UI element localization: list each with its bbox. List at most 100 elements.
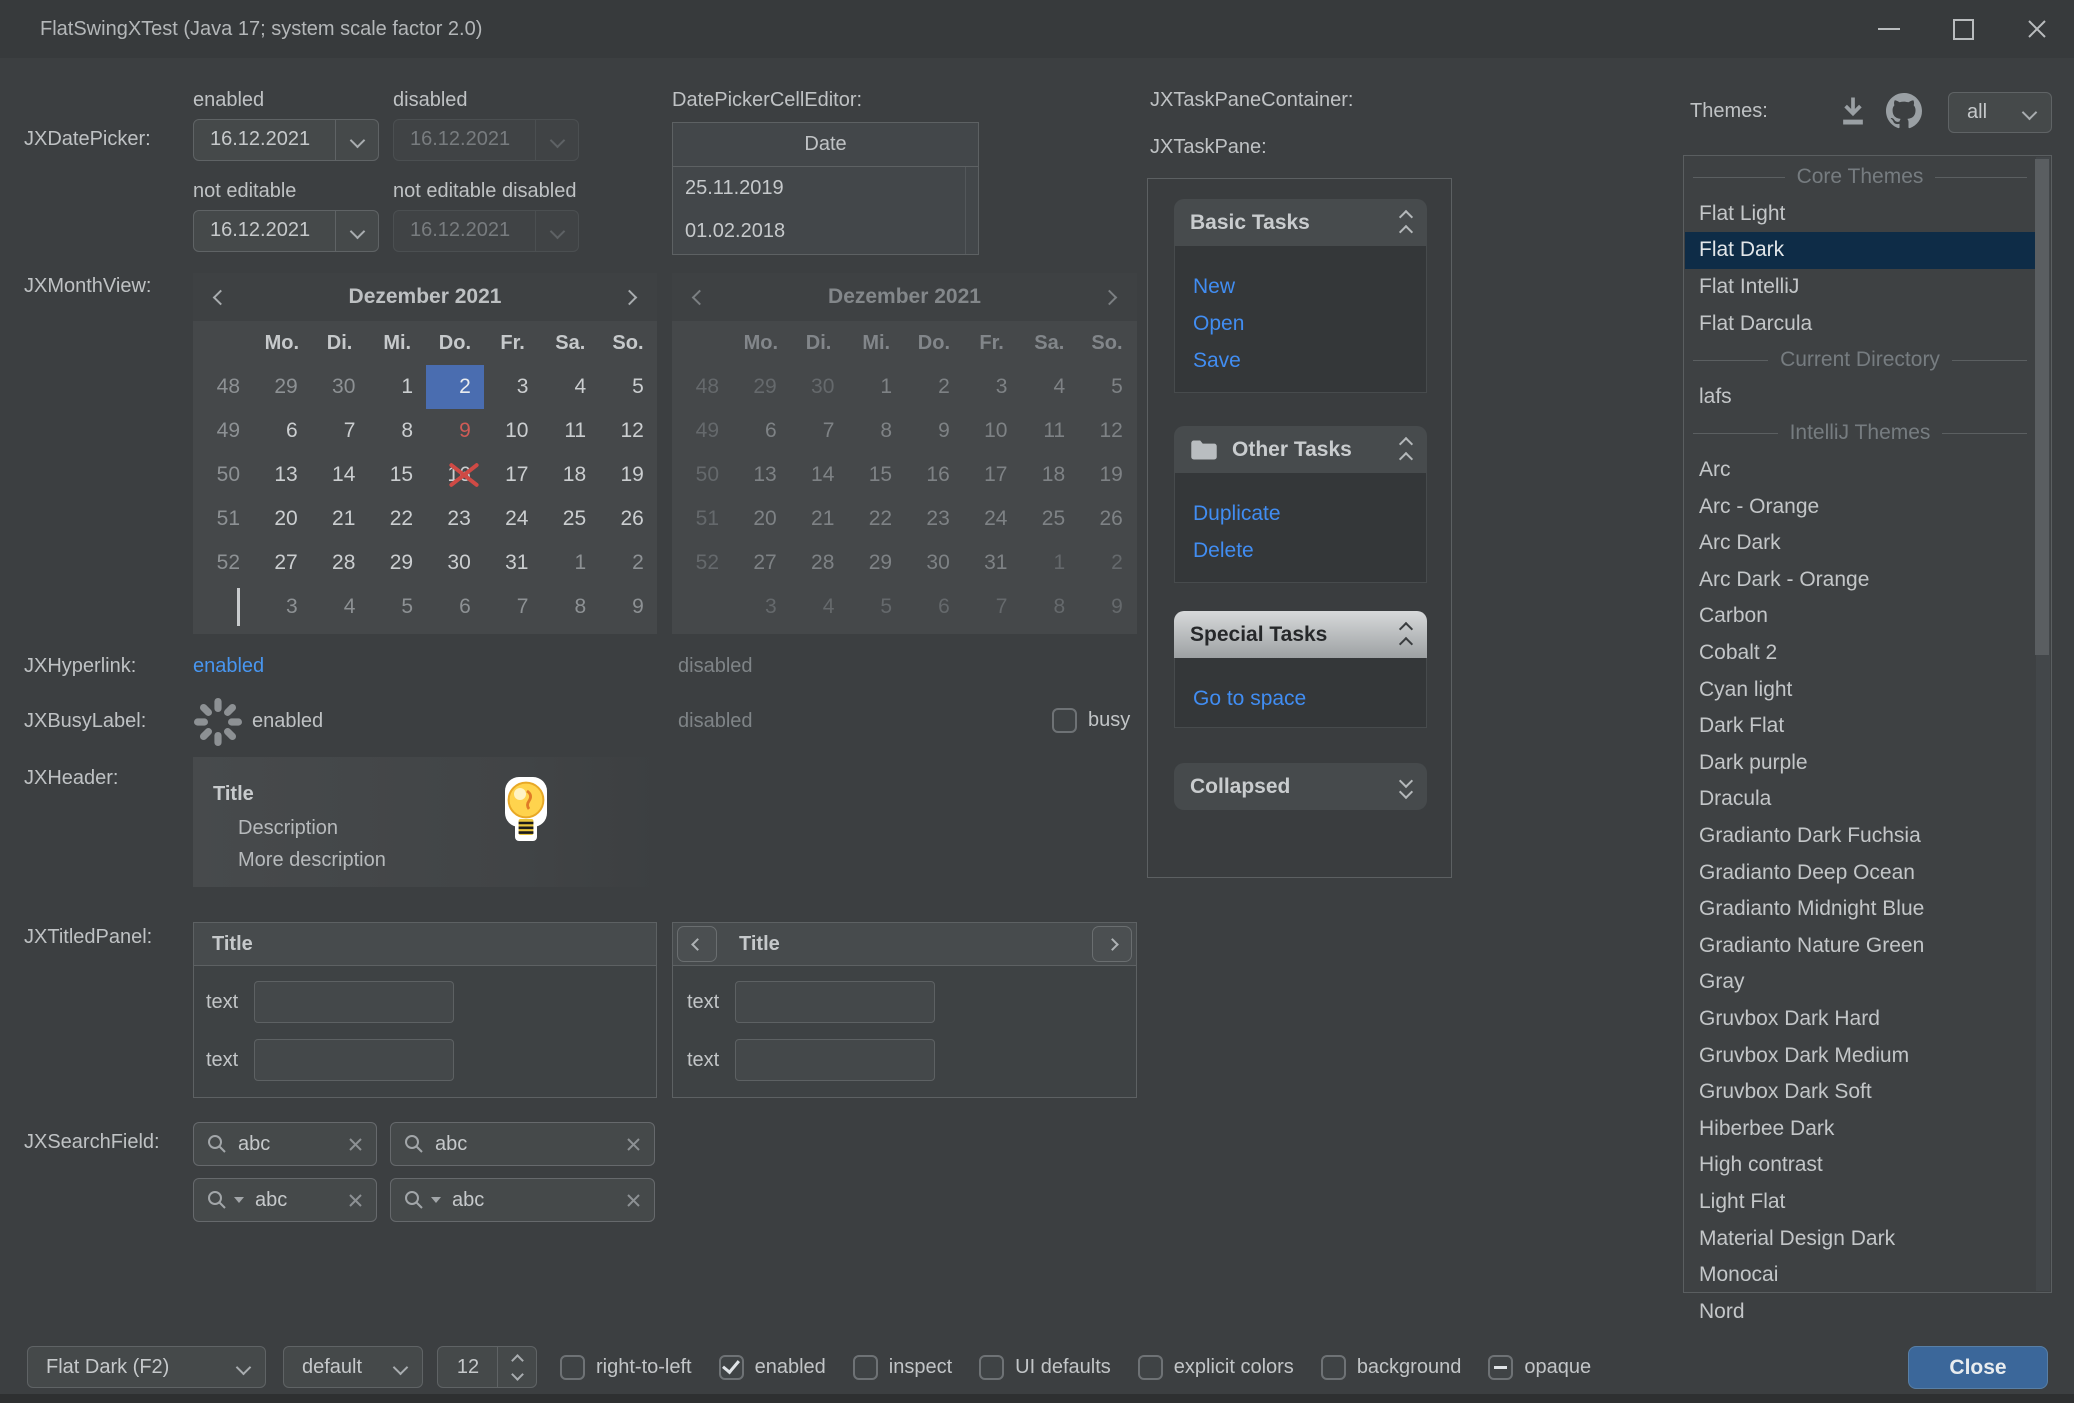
table-row[interactable]: 25.11.2019	[673, 167, 978, 210]
theme-list-item[interactable]: Flat Darcula	[1685, 305, 2035, 342]
theme-list-item[interactable]: Flat Dark	[1685, 232, 2035, 269]
checkbox-box[interactable]	[1488, 1355, 1513, 1380]
search-menu-icon[interactable]	[404, 1190, 424, 1210]
theme-list-item[interactable]: Nord	[1685, 1293, 2035, 1330]
day-cell[interactable]: 18	[541, 453, 599, 497]
hyperlink-enabled[interactable]: enabled	[193, 655, 264, 678]
font-size-spinner[interactable]: 12	[437, 1346, 537, 1388]
checkbox-box[interactable]	[560, 1355, 585, 1380]
option-checkbox-ui-defaults[interactable]: UI defaults	[979, 1355, 1111, 1380]
day-cell[interactable]: 8	[368, 409, 426, 453]
day-cell[interactable]: 5	[599, 365, 657, 409]
download-icon[interactable]	[1838, 95, 1868, 127]
theme-list-item[interactable]: Dracula	[1685, 781, 2035, 818]
day-cell[interactable]: 26	[599, 497, 657, 541]
day-cell[interactable]: 21	[311, 497, 369, 541]
text-input[interactable]	[735, 981, 935, 1023]
spinner-up-icon[interactable]	[511, 1354, 524, 1367]
task-link[interactable]: Open	[1193, 305, 1408, 342]
clear-icon[interactable]	[348, 1137, 363, 1152]
day-cell[interactable]: 20	[253, 497, 311, 541]
chevron-down-icon[interactable]	[335, 211, 378, 251]
collapse-icon[interactable]	[1401, 208, 1411, 237]
day-cell[interactable]: 23	[426, 497, 484, 541]
table-row[interactable]: 01.02.2018	[673, 210, 978, 253]
day-cell[interactable]: 3	[484, 365, 542, 409]
theme-list-item[interactable]: Flat IntelliJ	[1685, 269, 2035, 306]
datepicker-not-editable[interactable]: 16.12.2021	[193, 210, 379, 252]
day-cell[interactable]: 1	[368, 365, 426, 409]
task-link[interactable]: Save	[1193, 342, 1408, 379]
close-button[interactable]	[2000, 0, 2074, 58]
maximize-button[interactable]	[1926, 0, 2000, 58]
day-cell[interactable]: 29	[368, 541, 426, 585]
day-cell[interactable]: 8	[541, 585, 599, 629]
scrollbar-track[interactable]	[2036, 157, 2050, 1291]
day-cell[interactable]: 22	[368, 497, 426, 541]
clear-icon[interactable]	[626, 1137, 641, 1152]
theme-list-item[interactable]: Cobalt 2	[1685, 635, 2035, 672]
option-checkbox-explicit-colors[interactable]: explicit colors	[1138, 1355, 1294, 1380]
option-checkbox-opaque[interactable]: opaque	[1488, 1355, 1591, 1380]
day-cell[interactable]: 4	[311, 585, 369, 629]
day-cell[interactable]: 30	[426, 541, 484, 585]
theme-list-item[interactable]: Gray	[1685, 964, 2035, 1001]
day-cell[interactable]: 24	[484, 497, 542, 541]
search-field-with-menu[interactable]: abc	[193, 1178, 377, 1222]
theme-list-item[interactable]: Arc - Orange	[1685, 488, 2035, 525]
option-checkbox-background[interactable]: background	[1321, 1355, 1462, 1380]
day-cell[interactable]: 13	[253, 453, 311, 497]
day-cell[interactable]: 7	[484, 585, 542, 629]
day-cell[interactable]: 6	[426, 585, 484, 629]
next-button[interactable]	[1092, 926, 1132, 962]
busy-checkbox[interactable]: busy	[1052, 708, 1130, 733]
day-cell[interactable]: 4	[541, 365, 599, 409]
day-cell[interactable]: 16	[426, 453, 484, 497]
theme-list-item[interactable]: Gradianto Dark Fuchsia	[1685, 818, 2035, 855]
theme-list-item[interactable]: Gruvbox Dark Soft	[1685, 1074, 2035, 1111]
clear-icon[interactable]	[626, 1193, 641, 1208]
theme-list-item[interactable]: lafs	[1685, 379, 2035, 416]
day-cell[interactable]: 7	[311, 409, 369, 453]
day-cell[interactable]: 28	[311, 541, 369, 585]
search-menu-icon[interactable]	[207, 1190, 227, 1210]
day-cell[interactable]: 9	[599, 585, 657, 629]
datepicker-enabled[interactable]: 16.12.2021	[193, 119, 379, 161]
checkbox-box[interactable]	[1321, 1355, 1346, 1380]
theme-list-item[interactable]: Gradianto Deep Ocean	[1685, 854, 2035, 891]
text-input[interactable]	[254, 1039, 454, 1081]
day-cell[interactable]: 5	[368, 585, 426, 629]
day-cell[interactable]: 2	[599, 541, 657, 585]
taskpane-header[interactable]: Collapsed	[1174, 763, 1427, 810]
spinner-down-icon[interactable]	[511, 1368, 524, 1381]
text-input[interactable]	[254, 981, 454, 1023]
day-cell[interactable]: 14	[311, 453, 369, 497]
search-field-with-menu[interactable]: abc	[390, 1178, 655, 1222]
checkbox-box[interactable]	[1052, 708, 1077, 733]
day-cell[interactable]: 9	[426, 409, 484, 453]
collapse-icon[interactable]	[1401, 620, 1411, 649]
text-input[interactable]	[735, 1039, 935, 1081]
day-cell[interactable]: 2	[426, 365, 484, 409]
theme-list-item[interactable]: Hiberbee Dark	[1685, 1110, 2035, 1147]
task-link[interactable]: Delete	[1193, 532, 1408, 569]
taskpane-header[interactable]: Special Tasks	[1174, 611, 1427, 658]
theme-list-item[interactable]: Arc Dark - Orange	[1685, 562, 2035, 599]
theme-list-item[interactable]: Cyan light	[1685, 671, 2035, 708]
theme-list-item[interactable]: Monocai	[1685, 1257, 2035, 1294]
theme-list-item[interactable]: Gradianto Midnight Blue	[1685, 891, 2035, 928]
laf-combo[interactable]: Flat Dark (F2)	[27, 1346, 266, 1388]
checkbox-box[interactable]	[979, 1355, 1004, 1380]
task-link[interactable]: Duplicate	[1193, 495, 1408, 532]
theme-list-item[interactable]: Flat Light	[1685, 196, 2035, 233]
day-cell[interactable]: 3	[253, 585, 311, 629]
theme-list-item[interactable]: Dark purple	[1685, 745, 2035, 782]
option-checkbox-right-to-left[interactable]: right-to-left	[560, 1355, 692, 1380]
checkbox-box[interactable]	[719, 1355, 744, 1380]
clear-icon[interactable]	[348, 1193, 363, 1208]
day-cell[interactable]: 19	[599, 453, 657, 497]
task-link[interactable]: Go to space	[1193, 680, 1408, 717]
theme-list-item[interactable]: Gruvbox Dark Medium	[1685, 1037, 2035, 1074]
day-cell[interactable]: 11	[541, 409, 599, 453]
prev-button[interactable]	[677, 926, 717, 962]
